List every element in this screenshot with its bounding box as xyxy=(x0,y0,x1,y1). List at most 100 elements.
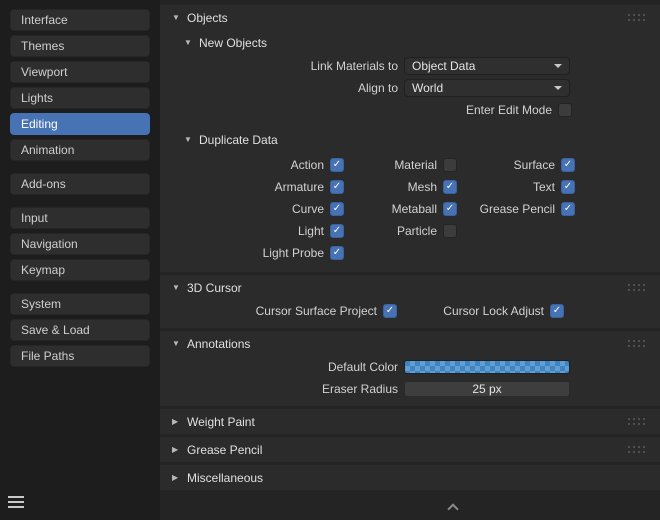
sidebar-item-themes[interactable]: Themes xyxy=(10,35,150,57)
panel-drag-handle[interactable] xyxy=(628,14,646,22)
link-materials-value: Object Data xyxy=(412,59,475,73)
panel-title: Miscellaneous xyxy=(187,471,263,485)
panel-objects-header[interactable]: ▼ Objects xyxy=(160,5,660,30)
light-probe-checkbox[interactable] xyxy=(330,246,344,260)
particle-checkbox[interactable] xyxy=(443,224,457,238)
sidebar-item-label: Keymap xyxy=(21,263,65,277)
text-checkbox[interactable] xyxy=(561,180,575,194)
preferences-sidebar: Interface Themes Viewport Lights Editing… xyxy=(0,0,160,520)
cursor-lock-adjust-label: Cursor Lock Adjust xyxy=(397,304,550,318)
light-checkbox[interactable] xyxy=(330,224,344,238)
disclosure-triangle-icon: ▼ xyxy=(172,339,187,348)
duplicate-column-3: Surface Text Grease Pencil xyxy=(457,154,575,264)
link-materials-row: Link Materials to Object Data xyxy=(160,55,660,77)
panel-annotations: ▼ Annotations Default Color Eraser Radiu… xyxy=(160,331,660,406)
sidebar-item-label: Viewport xyxy=(21,65,67,79)
panel-3d-cursor-header[interactable]: ▼ 3D Cursor xyxy=(160,275,660,300)
sidebar-item-navigation[interactable]: Navigation xyxy=(10,233,150,255)
subpanel-title: New Objects xyxy=(199,36,267,50)
hamburger-menu-button[interactable] xyxy=(8,492,30,512)
sidebar-item-system[interactable]: System xyxy=(10,293,150,315)
sidebar-item-interface[interactable]: Interface xyxy=(10,9,150,31)
panel-drag-handle[interactable] xyxy=(628,284,646,292)
action-checkbox[interactable] xyxy=(330,158,344,172)
sidebar-item-label: Navigation xyxy=(21,237,78,251)
panel-grease-pencil-header[interactable]: ▶ Grease Pencil xyxy=(160,437,660,462)
duplicate-item: Action xyxy=(180,154,344,176)
align-to-value: World xyxy=(412,81,443,95)
panel-weight-paint-header[interactable]: ▶ Weight Paint xyxy=(160,409,660,434)
align-to-select[interactable]: World xyxy=(404,79,570,97)
panel-drag-handle[interactable] xyxy=(628,446,646,454)
sidebar-item-label: Editing xyxy=(21,117,58,131)
subpanel-new-objects: ▼ New Objects Link Materials to Object D… xyxy=(160,30,660,127)
disclosure-triangle-icon: ▶ xyxy=(172,417,187,426)
sidebar-group-input: Input Navigation Keymap xyxy=(0,207,160,281)
duplicate-item: Light Probe xyxy=(180,242,344,264)
preferences-window: Interface Themes Viewport Lights Editing… xyxy=(0,0,660,520)
cursor-lock-adjust-checkbox[interactable] xyxy=(550,304,564,318)
link-materials-label: Link Materials to xyxy=(160,59,404,73)
eraser-radius-row: Eraser Radius 25 px xyxy=(160,378,660,400)
default-color-label: Default Color xyxy=(160,360,404,374)
panel-miscellaneous-header[interactable]: ▶ Miscellaneous xyxy=(160,465,660,490)
sidebar-item-addons[interactable]: Add-ons xyxy=(10,173,150,195)
sidebar-item-label: Input xyxy=(21,211,48,225)
panel-title: Annotations xyxy=(187,337,250,351)
panel-title: 3D Cursor xyxy=(187,281,242,295)
sidebar-item-editing[interactable]: Editing xyxy=(10,113,150,135)
annotations-body: Default Color Eraser Radius 25 px xyxy=(160,356,660,406)
material-checkbox[interactable] xyxy=(443,158,457,172)
duplicate-item: Armature xyxy=(180,176,344,198)
enter-edit-mode-label: Enter Edit Mode xyxy=(160,103,558,117)
panel-weight-paint: ▶ Weight Paint xyxy=(160,409,660,434)
enter-edit-mode-row: Enter Edit Mode xyxy=(160,99,660,121)
sidebar-item-lights[interactable]: Lights xyxy=(10,87,150,109)
panel-3d-cursor: ▼ 3D Cursor Cursor Surface Project Curso… xyxy=(160,275,660,328)
sidebar-item-input[interactable]: Input xyxy=(10,207,150,229)
duplicate-column-2: Material Mesh Metaball Particle xyxy=(344,154,457,264)
mesh-checkbox[interactable] xyxy=(443,180,457,194)
cursor-options-row: Cursor Surface Project Cursor Lock Adjus… xyxy=(160,300,660,322)
sidebar-item-label: System xyxy=(21,297,61,311)
sidebar-group-general: Interface Themes Viewport Lights Editing… xyxy=(0,9,160,161)
duplicate-item: Light xyxy=(180,220,344,242)
sidebar-item-viewport[interactable]: Viewport xyxy=(10,61,150,83)
sidebar-item-label: Interface xyxy=(21,13,68,27)
default-color-swatch[interactable] xyxy=(404,360,570,374)
duplicate-item: Text xyxy=(457,176,575,198)
align-to-row: Align to World xyxy=(160,77,660,99)
preferences-content: ▼ Objects ▼ New Objects Link Materials t… xyxy=(160,0,660,520)
subpanel-new-objects-header[interactable]: ▼ New Objects xyxy=(160,30,660,55)
curve-checkbox[interactable] xyxy=(330,202,344,216)
panel-drag-handle[interactable] xyxy=(628,418,646,426)
metaball-checkbox[interactable] xyxy=(443,202,457,216)
duplicate-item: Curve xyxy=(180,198,344,220)
panel-annotations-header[interactable]: ▼ Annotations xyxy=(160,331,660,356)
cursor-surface-project-checkbox[interactable] xyxy=(383,304,397,318)
duplicate-item: Mesh xyxy=(344,176,457,198)
surface-checkbox[interactable] xyxy=(561,158,575,172)
cursor-body: Cursor Surface Project Cursor Lock Adjus… xyxy=(160,300,660,328)
panel-title: Grease Pencil xyxy=(187,443,262,457)
subpanel-duplicate-data-header[interactable]: ▼ Duplicate Data xyxy=(160,127,660,152)
sidebar-group-system: System Save & Load File Paths xyxy=(0,293,160,367)
chevron-down-icon xyxy=(554,86,562,90)
grease-pencil-checkbox[interactable] xyxy=(561,202,575,216)
sidebar-item-keymap[interactable]: Keymap xyxy=(10,259,150,281)
hamburger-icon xyxy=(8,496,24,498)
armature-checkbox[interactable] xyxy=(330,180,344,194)
sidebar-item-file-paths[interactable]: File Paths xyxy=(10,345,150,367)
sidebar-item-label: Save & Load xyxy=(21,323,90,337)
panel-drag-handle[interactable] xyxy=(628,340,646,348)
duplicate-item: Metaball xyxy=(344,198,457,220)
sidebar-item-save-load[interactable]: Save & Load xyxy=(10,319,150,341)
sidebar-item-animation[interactable]: Animation xyxy=(10,139,150,161)
disclosure-triangle-icon: ▶ xyxy=(172,473,187,482)
scroll-up-icon[interactable] xyxy=(448,503,457,512)
enter-edit-mode-checkbox[interactable] xyxy=(558,103,572,117)
eraser-radius-field[interactable]: 25 px xyxy=(404,381,570,397)
panel-miscellaneous: ▶ Miscellaneous xyxy=(160,465,660,490)
link-materials-select[interactable]: Object Data xyxy=(404,57,570,75)
disclosure-triangle-icon: ▼ xyxy=(184,38,199,47)
